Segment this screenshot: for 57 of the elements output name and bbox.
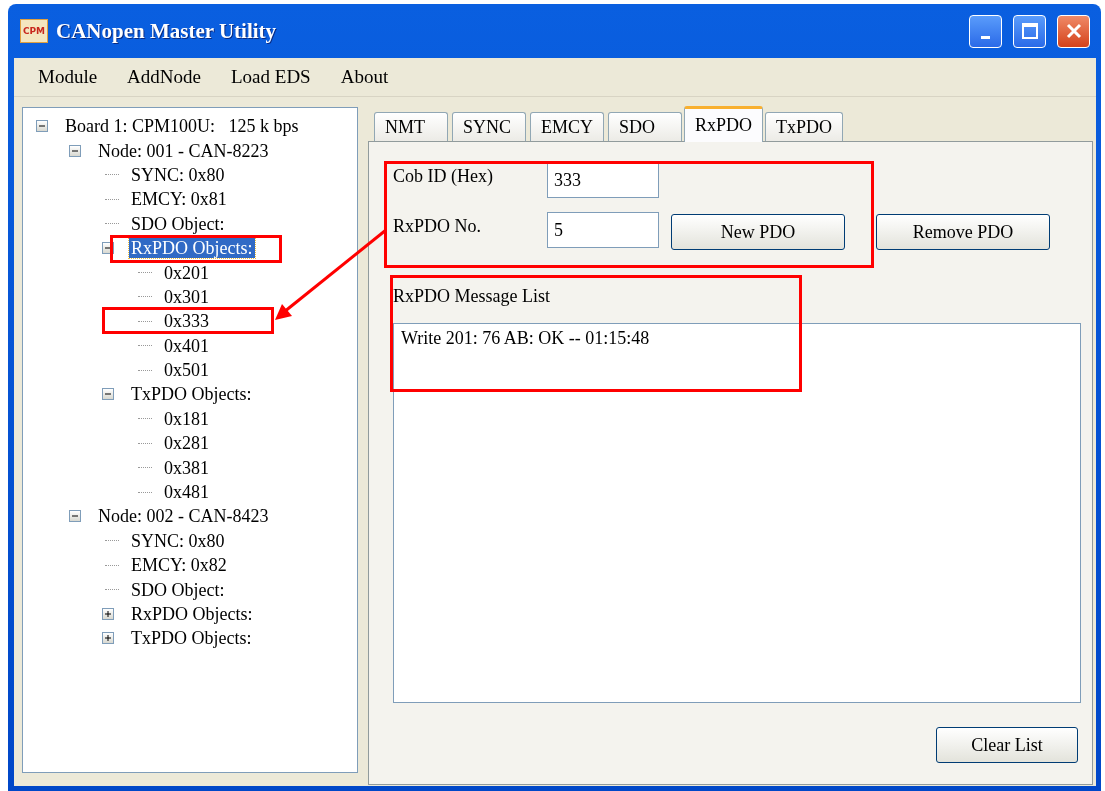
list-title: RxPDO Message List bbox=[393, 286, 551, 307]
field-label: RxPDO No. bbox=[393, 215, 482, 237]
tab[interactable]: RxPDO bbox=[684, 106, 764, 142]
menu-item[interactable]: Module bbox=[38, 66, 98, 88]
cob-id-field[interactable]: 333 bbox=[547, 162, 659, 198]
tab[interactable]: TxPDO bbox=[765, 112, 844, 141]
minimize-icon bbox=[981, 35, 990, 39]
collapse-toggle[interactable] bbox=[36, 120, 48, 133]
collapse-toggle[interactable] bbox=[69, 144, 81, 157]
tree-item[interactable]: 0x201 bbox=[162, 262, 211, 283]
tree-item[interactable]: 0x301 bbox=[162, 286, 211, 307]
menu-item[interactable]: AddNode bbox=[127, 66, 201, 88]
tree-item[interactable]: SYNC: 0x80 bbox=[129, 530, 227, 551]
tree-item[interactable]: SDO Object: bbox=[129, 579, 227, 600]
tree-item[interactable]: 0x481 bbox=[162, 482, 211, 503]
tree-item[interactable]: 0x401 bbox=[162, 335, 211, 356]
tree-item[interactable]: EMCY: 0x82 bbox=[129, 555, 229, 576]
clear-list-button[interactable]: Clear List bbox=[936, 727, 1078, 763]
tree-item[interactable]: Node: 002 - CAN-8423 bbox=[96, 506, 271, 527]
remove-pdo-button[interactable]: Remove PDO bbox=[876, 214, 1050, 250]
menu-item[interactable]: About bbox=[340, 66, 389, 88]
maximize-icon bbox=[1021, 23, 1038, 39]
close-icon bbox=[1065, 23, 1082, 39]
expand-toggle[interactable] bbox=[102, 632, 114, 645]
tab[interactable]: SYNC bbox=[452, 112, 526, 141]
field-label: Cob ID (Hex) bbox=[393, 165, 494, 187]
menu-item[interactable]: Load EDS bbox=[231, 66, 311, 88]
plus-icon bbox=[104, 610, 112, 618]
tree-item[interactable]: TxPDO Objects: bbox=[129, 628, 254, 649]
window-title: CANopen Master Utility bbox=[56, 18, 278, 44]
pdo-number-field[interactable]: 5 bbox=[547, 212, 659, 248]
tab[interactable]: NMT bbox=[374, 112, 448, 141]
tree-item[interactable]: Board 1: CPM100U: 125 k bps bbox=[63, 116, 301, 137]
minimize-button[interactable] bbox=[969, 14, 1002, 48]
new-pdo-button[interactable]: New PDO bbox=[671, 214, 845, 250]
tab[interactable]: EMCY bbox=[530, 112, 604, 141]
collapse-toggle[interactable] bbox=[102, 388, 114, 401]
tree-item[interactable]: RxPDO Objects: bbox=[129, 604, 255, 624]
tree-item[interactable]: 0x181 bbox=[162, 408, 211, 429]
tree-item[interactable]: 0x281 bbox=[162, 433, 211, 454]
maximize-button[interactable] bbox=[1013, 14, 1046, 48]
message-item: Write 201: 76 AB: OK -- 01:15:48 bbox=[401, 328, 651, 349]
tree-item[interactable]: 0x501 bbox=[162, 360, 211, 381]
expand-toggle[interactable] bbox=[102, 608, 114, 620]
tree-item[interactable]: RxPDO Objects: bbox=[129, 238, 255, 259]
tree-item[interactable]: SDO Object: bbox=[129, 213, 227, 234]
tab[interactable]: SDO bbox=[608, 112, 682, 141]
close-button[interactable] bbox=[1057, 14, 1090, 48]
tree-item[interactable]: 0x381 bbox=[162, 457, 211, 478]
app-icon: CPM bbox=[20, 19, 48, 43]
tree-item[interactable]: 0x333 bbox=[162, 311, 211, 332]
collapse-toggle[interactable] bbox=[69, 510, 81, 523]
tree-item[interactable]: EMCY: 0x81 bbox=[129, 189, 229, 210]
tree-item[interactable]: SYNC: 0x80 bbox=[129, 164, 227, 185]
tree-item[interactable]: Node: 001 - CAN-8223 bbox=[96, 140, 271, 161]
plus-icon bbox=[104, 634, 112, 643]
tree-item[interactable]: TxPDO Objects: bbox=[129, 384, 254, 405]
